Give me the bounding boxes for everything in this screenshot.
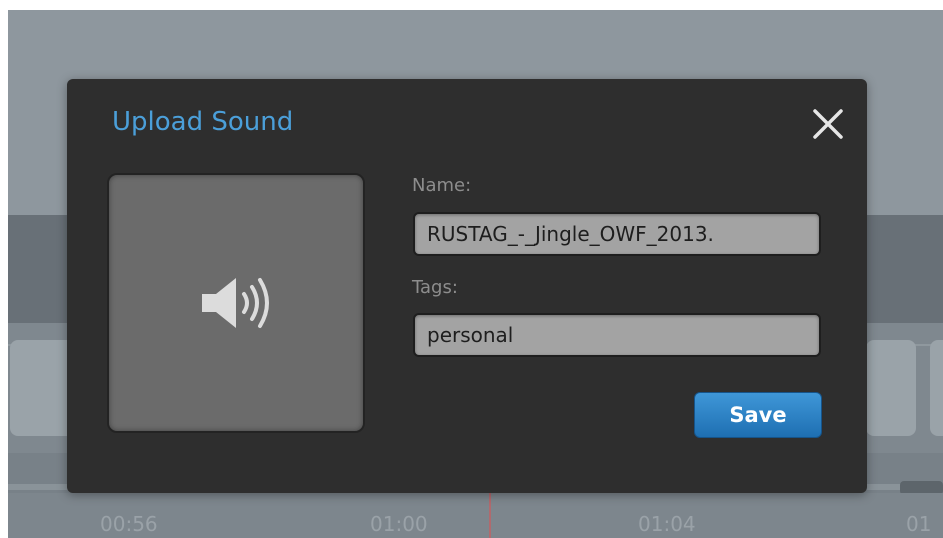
save-button[interactable]: Save	[694, 392, 822, 438]
upload-sound-dialog: Upload Sound Name: RUSTAG_-_Jingle_OWF_2…	[67, 79, 867, 493]
timeline-tick: 00:56	[100, 512, 158, 536]
sound-clip	[930, 340, 943, 436]
timeline-tick: 01:04	[638, 512, 696, 536]
close-button[interactable]	[811, 107, 845, 141]
timeline-tick: 01	[906, 512, 932, 536]
tags-label: Tags:	[412, 277, 458, 298]
name-input[interactable]: RUSTAG_-_Jingle_OWF_2013.	[413, 212, 821, 256]
dialog-title: Upload Sound	[112, 107, 294, 137]
timeline-tick: 01:00	[370, 512, 428, 536]
playhead	[489, 493, 491, 538]
sound-clip	[866, 340, 916, 436]
name-label: Name:	[412, 175, 472, 196]
close-icon	[813, 109, 843, 139]
sound-preview	[107, 173, 365, 433]
tags-input[interactable]: personal	[413, 313, 821, 357]
speaker-icon	[202, 278, 269, 328]
